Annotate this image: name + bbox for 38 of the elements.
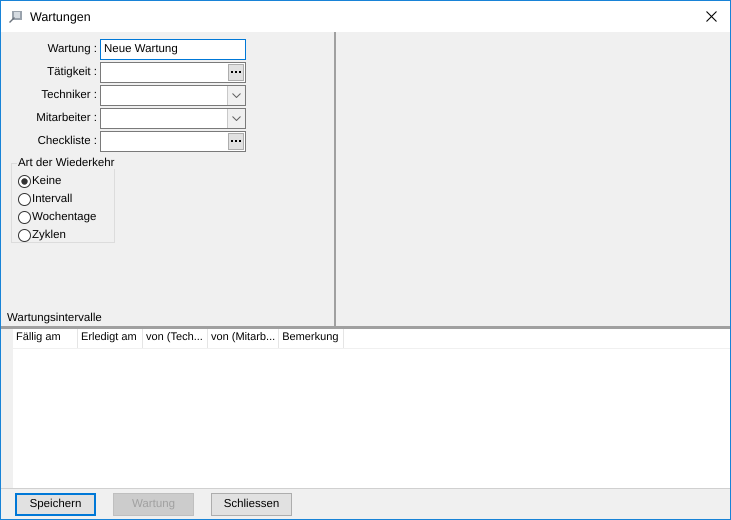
column-header[interactable]: von (Tech... bbox=[143, 329, 208, 348]
field-label: Techniker : bbox=[40, 89, 98, 102]
chevron-down-icon bbox=[232, 92, 241, 98]
ellipsis-button[interactable] bbox=[228, 64, 244, 81]
ellipsis-button[interactable] bbox=[228, 132, 244, 150]
column-header[interactable]: von (Mitarb... bbox=[208, 329, 280, 348]
input-field[interactable] bbox=[100, 130, 246, 152]
dropdown-field[interactable] bbox=[100, 84, 246, 106]
radio-option[interactable]: Intervall bbox=[18, 190, 114, 208]
ellipsis-icon bbox=[231, 140, 241, 143]
field-label: Wartung : bbox=[46, 43, 98, 56]
column-header[interactable]: Erledigt am bbox=[78, 329, 143, 348]
window-title: Wartungen bbox=[30, 10, 92, 24]
close-icon bbox=[706, 11, 716, 22]
column-header[interactable]: Fällig am bbox=[13, 329, 78, 348]
input-field[interactable] bbox=[100, 62, 246, 83]
ellipsis-icon bbox=[231, 70, 241, 74]
radio-option[interactable]: Keine bbox=[18, 172, 114, 190]
field-label: Checkliste : bbox=[36, 135, 98, 148]
dialog-button[interactable]: Speichern bbox=[15, 492, 96, 516]
dialog-button[interactable]: Schliessen bbox=[211, 492, 292, 516]
dropdown-button[interactable] bbox=[227, 108, 245, 128]
chevron-down-icon bbox=[232, 116, 241, 121]
app-icon bbox=[8, 10, 24, 24]
input-field[interactable]: Neue Wartung bbox=[100, 38, 246, 60]
radio-button[interactable] bbox=[18, 210, 31, 224]
field-label: Tätigkeit : bbox=[46, 66, 98, 78]
field-label: Mitarbeiter : bbox=[35, 112, 98, 124]
radio-option[interactable]: Wochentage bbox=[18, 208, 114, 226]
column-header[interactable]: Bemerkung bbox=[279, 329, 344, 348]
radio-button[interactable] bbox=[18, 192, 31, 206]
section-label: Wartungsintervalle bbox=[7, 312, 102, 324]
radio-option[interactable]: Zyklen bbox=[18, 226, 114, 244]
dropdown-button[interactable] bbox=[227, 86, 245, 105]
radio-button[interactable] bbox=[18, 228, 31, 242]
radio-button[interactable] bbox=[18, 174, 31, 188]
dropdown-field[interactable] bbox=[100, 108, 246, 129]
group-title: Art der Wiederkehr bbox=[17, 157, 116, 169]
